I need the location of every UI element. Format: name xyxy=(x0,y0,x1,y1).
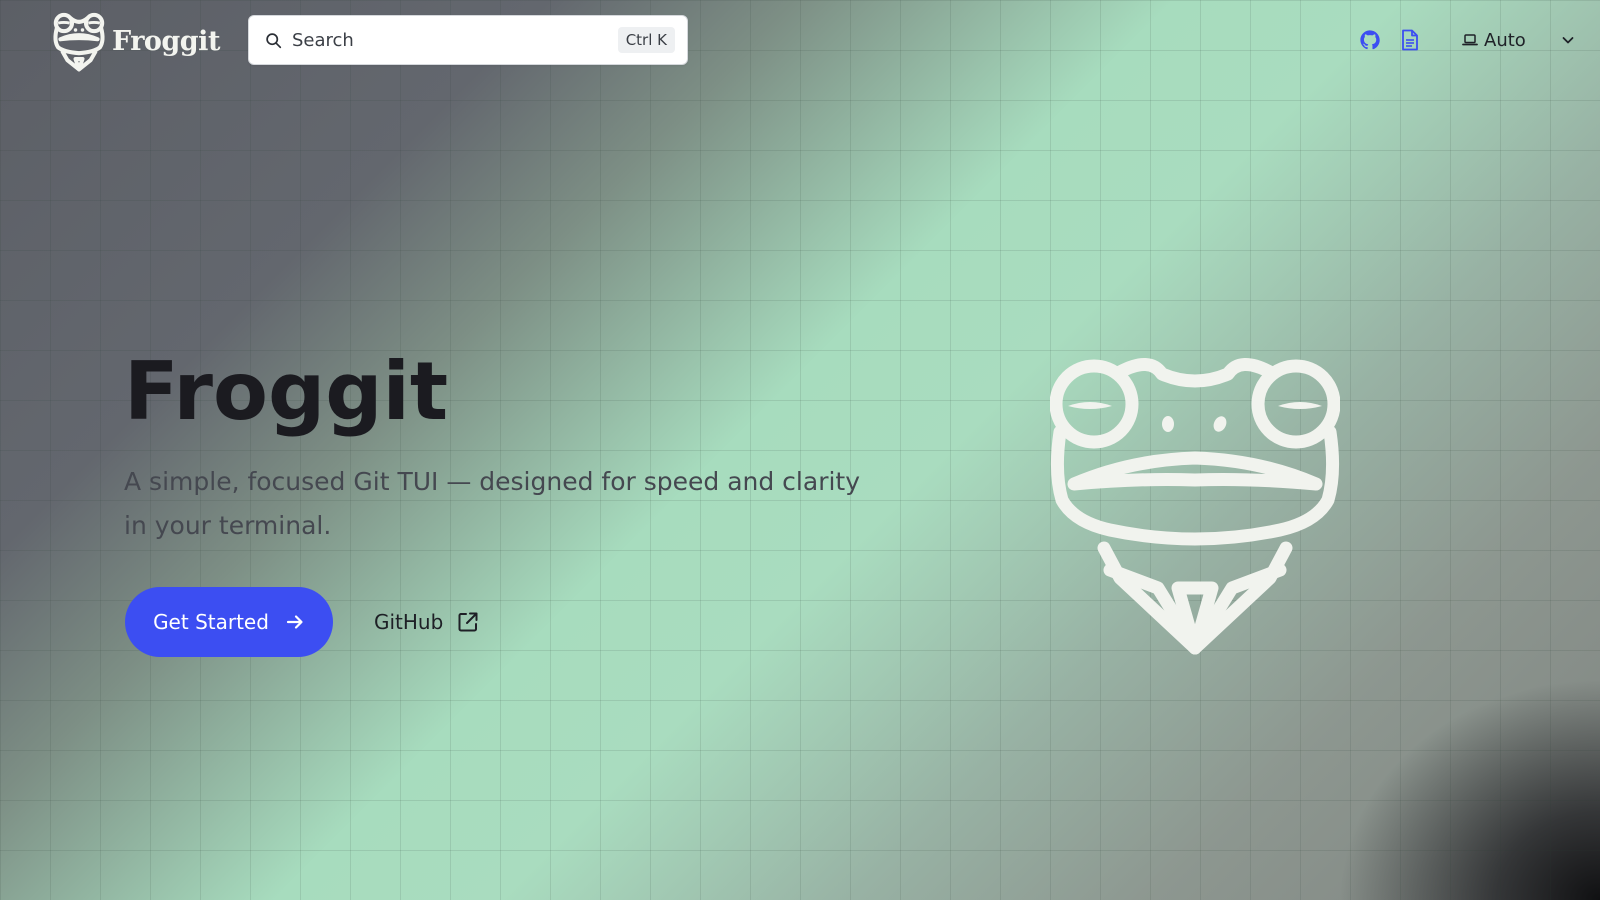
background-grid xyxy=(0,0,1600,900)
github-header-link[interactable] xyxy=(1358,28,1382,52)
get-started-label: Get Started xyxy=(153,610,269,634)
search-placeholder: Search xyxy=(292,29,354,51)
github-icon xyxy=(1360,30,1380,50)
github-link[interactable]: GitHub xyxy=(374,600,479,644)
search-input[interactable]: Search Ctrl K xyxy=(248,15,688,65)
get-started-button[interactable]: Get Started xyxy=(125,587,333,657)
site-header: Froggit Search Ctrl K Auto xyxy=(0,0,1600,80)
laptop-icon xyxy=(1462,34,1478,46)
arrow-right-icon xyxy=(286,615,303,629)
brand-name: Froggit xyxy=(112,25,220,57)
hero-tagline: A simple, focused Git TUI — designed for… xyxy=(124,467,861,540)
frog-mascot-illustration xyxy=(1050,358,1340,655)
chevron-down-icon xyxy=(1562,37,1574,44)
search-shortcut-badge: Ctrl K xyxy=(617,27,675,53)
brand-home-link[interactable]: Froggit xyxy=(50,10,220,72)
external-link-icon xyxy=(458,612,478,632)
docs-header-link[interactable] xyxy=(1398,28,1422,52)
theme-select[interactable]: Auto xyxy=(1462,26,1576,54)
hero-title: Froggit xyxy=(124,345,449,438)
github-link-label: GitHub xyxy=(374,610,444,634)
search-icon xyxy=(266,32,282,48)
frog-logo-icon xyxy=(53,12,105,72)
theme-select-value: Auto xyxy=(1484,29,1526,51)
document-icon xyxy=(1402,29,1418,51)
